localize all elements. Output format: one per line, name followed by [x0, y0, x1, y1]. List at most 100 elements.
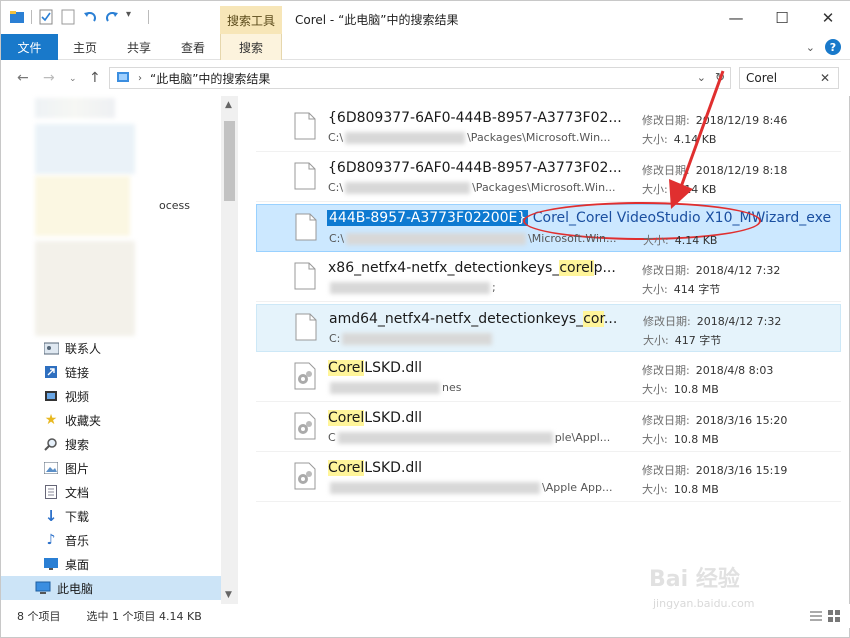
file-name[interactable]: CorelLSKD.dll — [328, 410, 422, 426]
nav-item-label: 音乐 — [65, 533, 90, 548]
file-size: 大小: 10.8 MB — [642, 483, 719, 496]
watermark-logo: Bai 经验 — [649, 567, 740, 592]
list-item[interactable]: {6D809377-6AF0-444B-8957-A3773F02... C:\… — [256, 154, 841, 202]
contacts-icon — [43, 340, 59, 356]
list-item[interactable]: x86_netfx4-netfx_detectionkeys_corelp...… — [256, 254, 841, 302]
breadcrumb-chevron-icon[interactable]: › — [138, 73, 142, 84]
help-icon[interactable]: ? — [825, 39, 841, 55]
search-box[interactable]: ✕ — [739, 67, 839, 89]
close-button[interactable]: ✕ — [805, 1, 850, 34]
maximize-button[interactable]: ☐ — [759, 1, 805, 34]
scroll-down-icon[interactable]: ▼ — [225, 590, 232, 600]
file-name[interactable]: CorelLSKD.dll — [328, 460, 422, 476]
redo-icon[interactable] — [104, 9, 120, 25]
file-name[interactable]: {6D809377-6AF0-444B-8957-A3773F02... — [328, 110, 622, 126]
modified-date: 修改日期: 2018/4/8 8:03 — [642, 364, 774, 377]
tab-view[interactable]: 查看 — [166, 34, 220, 60]
file-size: 大小: 4.14 KB — [643, 234, 718, 247]
clear-search-icon[interactable]: ✕ — [820, 71, 830, 85]
modified-date: 修改日期: 2018/3/16 15:20 — [642, 414, 788, 427]
nav-item-label: 桌面 — [65, 557, 90, 572]
nav-item-searches[interactable]: 搜索 — [1, 432, 221, 456]
favorites-star-icon: ★ — [44, 412, 58, 428]
search-location-icon — [116, 70, 130, 87]
undo-icon[interactable] — [82, 9, 98, 25]
search-icon — [43, 436, 59, 452]
address-bar[interactable]: › “此电脑”中的搜索结果 ⌄ ↻ — [109, 67, 731, 89]
breadcrumb[interactable]: “此电脑”中的搜索结果 — [150, 70, 270, 87]
file-name[interactable]: CorelLSKD.dll — [328, 360, 422, 376]
minimize-button[interactable]: — — [713, 1, 759, 34]
links-icon — [43, 364, 59, 380]
list-item[interactable]: {6D809377-6AF0-444B-8957-A3773F02... C:\… — [256, 104, 841, 152]
list-item-selected[interactable]: 444B-8957-A3773F02200E} Corel_Corel Vide… — [256, 202, 841, 252]
search-results-list: {6D809377-6AF0-444B-8957-A3773F02... C:\… — [256, 104, 850, 604]
modified-date: 修改日期: 2018/3/16 15:19 — [642, 464, 788, 477]
file-path: ; — [328, 281, 496, 294]
file-path: nes — [328, 381, 461, 394]
file-name[interactable]: {6D809377-6AF0-444B-8957-A3773F02... — [328, 160, 622, 176]
details-view-icon[interactable] — [809, 609, 823, 626]
dll-gear-icon — [294, 412, 316, 440]
annotation-arrow-icon — [669, 70, 725, 209]
list-item[interactable]: amd64_netfx4-netfx_detectionkeys_cor... … — [256, 304, 841, 352]
nav-item-label: 此电脑 — [57, 581, 94, 596]
title-bar: ▾ 搜索工具 Corel - “此电脑”中的搜索结果 — ☐ ✕ — [1, 1, 850, 34]
tab-file[interactable]: 文件 — [1, 34, 58, 60]
navigation-pane: ocess 联系人 链接 视频 ★ 收藏夹 搜索 图片 文档 ↓ 下载 ♪ 音乐… — [1, 96, 238, 604]
tab-share[interactable]: 共享 — [112, 34, 166, 60]
properties-checkmark-icon[interactable] — [38, 9, 54, 25]
back-arrow-icon[interactable]: ← — [17, 70, 29, 86]
nav-pane-scrollbar[interactable]: ▲ ▼ — [221, 96, 238, 604]
nav-item-label: 搜索 — [65, 437, 90, 452]
large-icons-view-icon[interactable] — [827, 609, 841, 626]
tab-home[interactable]: 主页 — [58, 34, 112, 60]
search-tools-context-header: 搜索工具 — [220, 6, 282, 34]
file-icon — [295, 313, 317, 341]
tab-search[interactable]: 搜索 — [220, 34, 282, 60]
nav-item-label: 文档 — [65, 485, 90, 500]
dll-gear-icon — [294, 462, 316, 490]
file-path: Cple\Appl... — [328, 431, 611, 444]
nav-item-this-pc[interactable]: 此电脑 — [1, 576, 221, 600]
list-item[interactable]: CorelLSKD.dll nes 修改日期: 2018/4/8 8:03 大小:… — [256, 354, 841, 402]
scroll-up-icon[interactable]: ▲ — [225, 100, 232, 110]
folder-icon[interactable] — [9, 9, 25, 25]
nav-item-pictures[interactable]: 图片 — [1, 456, 221, 480]
up-arrow-icon[interactable]: ↑ — [89, 70, 101, 86]
nav-item-favorites[interactable]: ★ 收藏夹 — [1, 408, 221, 432]
forward-arrow-icon[interactable]: → — [43, 70, 55, 86]
expand-ribbon-icon[interactable]: ⌄ — [806, 41, 815, 54]
file-icon — [294, 162, 316, 190]
scrollbar-thumb[interactable] — [224, 121, 235, 201]
nav-item-contacts[interactable]: 联系人 — [1, 336, 221, 360]
file-size: 大小: 10.8 MB — [642, 383, 719, 396]
pictures-icon — [43, 460, 59, 476]
nav-item-documents[interactable]: 文档 — [1, 480, 221, 504]
nav-item-desktop[interactable]: 桌面 — [1, 552, 221, 576]
downloads-icon: ↓ — [44, 507, 58, 525]
partial-nav-label: ocess — [159, 199, 191, 212]
separator — [148, 10, 149, 24]
list-item[interactable]: CorelLSKD.dll \Apple App... 修改日期: 2018/3/… — [256, 454, 841, 502]
file-path: \Apple App... — [328, 481, 613, 494]
nav-item-links[interactable]: 链接 — [1, 360, 221, 384]
view-toggle — [809, 609, 841, 626]
customize-dropdown-icon[interactable]: ▾ — [126, 9, 142, 25]
file-name[interactable]: x86_netfx4-netfx_detectionkeys_corelp... — [328, 260, 616, 276]
nav-item-label: 下载 — [65, 509, 90, 524]
blurred-item — [35, 241, 135, 336]
dll-gear-icon — [294, 362, 316, 390]
nav-item-downloads[interactable]: ↓ 下载 — [1, 504, 221, 528]
file-name[interactable]: amd64_netfx4-netfx_detectionkeys_cor... — [329, 311, 617, 327]
desktop-icon — [43, 556, 59, 572]
recent-locations-chevron-icon[interactable]: ⌄ — [69, 74, 77, 84]
nav-item-music[interactable]: ♪ 音乐 — [1, 528, 221, 552]
new-folder-icon[interactable] — [60, 9, 76, 25]
list-item[interactable]: CorelLSKD.dll Cple\Appl... 修改日期: 2018/3/1… — [256, 404, 841, 452]
search-input[interactable] — [746, 71, 816, 85]
file-icon — [294, 112, 316, 140]
file-path: C:\ \Packages\Microsoft.Win... — [328, 181, 616, 194]
nav-item-videos[interactable]: 视频 — [1, 384, 221, 408]
file-size: 大小: 414 字节 — [642, 283, 721, 296]
